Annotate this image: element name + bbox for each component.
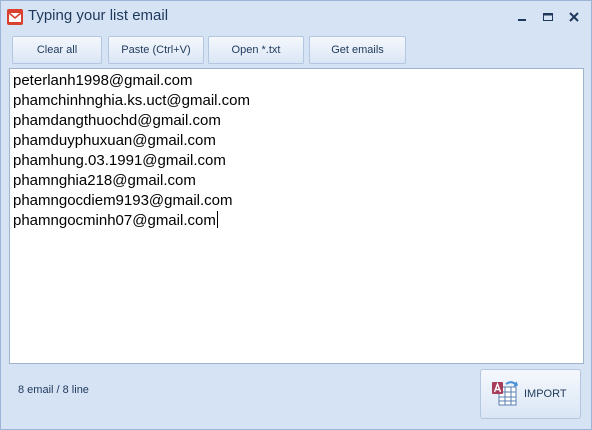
email-line: phamduyphuxuan@gmail.com — [13, 132, 216, 149]
clear-all-button[interactable]: Clear all — [12, 36, 102, 64]
email-line-text: phamngocminh07@gmail.com — [13, 212, 216, 229]
restore-icon[interactable] — [540, 9, 556, 25]
mail-icon — [7, 9, 23, 25]
import-button[interactable]: IMPORT — [480, 369, 581, 419]
import-label: IMPORT — [524, 388, 567, 400]
email-line: phamnghia218@gmail.com — [13, 172, 196, 189]
open-txt-button[interactable]: Open *.txt — [208, 36, 304, 64]
close-icon[interactable] — [566, 9, 582, 25]
window-title: Typing your list email — [28, 7, 169, 24]
minimize-icon[interactable] — [514, 9, 530, 25]
app-window: Typing your list email Clear all Paste (… — [0, 0, 592, 430]
email-line: phamdangthuochd@gmail.com — [13, 112, 221, 129]
get-emails-button[interactable]: Get emails — [309, 36, 406, 64]
status-count: 8 email / 8 line — [18, 384, 89, 396]
paste-button[interactable]: Paste (Ctrl+V) — [108, 36, 204, 64]
email-line: phamngocdiem9193@gmail.com — [13, 192, 233, 209]
email-line: phamhung.03.1991@gmail.com — [13, 152, 226, 169]
import-icon — [490, 379, 520, 409]
email-list-textarea[interactable]: peterlanh1998@gmail.com phamchinhnghia.k… — [9, 68, 584, 364]
email-line: phamchinhnghia.ks.uct@gmail.com — [13, 92, 251, 109]
title-bar[interactable]: Typing your list email — [1, 1, 591, 33]
email-line: peterlanh1998@gmail.com — [13, 72, 193, 89]
text-caret — [216, 211, 218, 228]
email-line-last: phamngocminh07@gmail.com — [13, 211, 580, 231]
